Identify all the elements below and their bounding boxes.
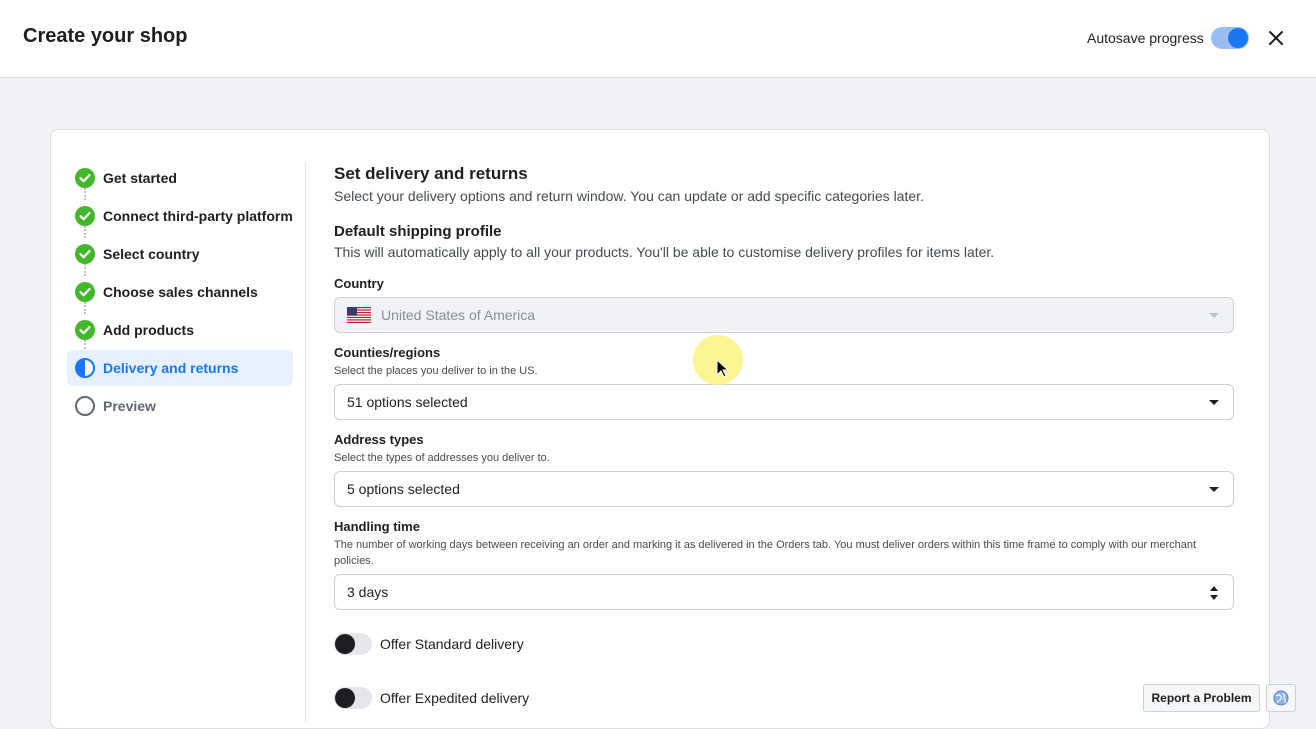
step-list: Get started Connect third-party platform… bbox=[67, 160, 293, 426]
address-types-help: Select the types of addresses you delive… bbox=[334, 452, 550, 464]
check-circle-icon bbox=[75, 282, 95, 302]
check-circle-icon bbox=[75, 244, 95, 264]
top-bar: Create your shop Autosave progress bbox=[0, 0, 1316, 78]
close-icon[interactable] bbox=[1266, 28, 1286, 48]
standard-delivery-label: Offer Standard delivery bbox=[380, 636, 524, 652]
empty-circle-icon bbox=[75, 396, 95, 416]
chevron-down-icon bbox=[1209, 313, 1219, 318]
step-label: Connect third-party platform bbox=[103, 208, 293, 224]
step-sales-channels[interactable]: Choose sales channels bbox=[67, 274, 293, 314]
check-circle-icon bbox=[75, 168, 95, 188]
toggle-knob bbox=[335, 688, 355, 708]
address-types-value: 5 options selected bbox=[347, 481, 460, 497]
regions-label: Counties/regions bbox=[334, 345, 441, 360]
standard-delivery-row: Offer Standard delivery bbox=[334, 632, 1234, 656]
step-delivery-returns[interactable]: Delivery and returns bbox=[67, 350, 293, 386]
regions-select[interactable]: 51 options selected bbox=[334, 384, 1234, 420]
regions-value: 51 options selected bbox=[347, 394, 468, 410]
up-down-arrows-icon bbox=[1210, 586, 1218, 600]
step-preview[interactable]: Preview bbox=[67, 388, 293, 424]
section-title: Set delivery and returns bbox=[334, 164, 528, 183]
vertical-divider bbox=[305, 162, 306, 722]
expedited-delivery-row: Offer Expedited delivery bbox=[334, 686, 1234, 710]
step-add-products[interactable]: Add products bbox=[67, 312, 293, 352]
check-circle-icon bbox=[75, 320, 95, 340]
mouse-pointer-icon bbox=[716, 359, 730, 378]
step-label: Preview bbox=[103, 398, 156, 414]
step-get-started[interactable]: Get started bbox=[67, 160, 293, 200]
half-circle-icon bbox=[75, 358, 95, 378]
address-types-select[interactable]: 5 options selected bbox=[334, 471, 1234, 507]
check-circle-icon bbox=[75, 206, 95, 226]
step-label: Select country bbox=[103, 246, 200, 262]
step-label: Choose sales channels bbox=[103, 284, 258, 300]
country-label: Country bbox=[334, 276, 384, 291]
toggle-knob bbox=[1228, 28, 1248, 48]
autosave-toggle[interactable] bbox=[1211, 27, 1249, 49]
us-flag-icon bbox=[347, 307, 371, 323]
chevron-down-icon bbox=[1209, 487, 1219, 492]
country-value: United States of America bbox=[381, 307, 536, 323]
step-connect-platform[interactable]: Connect third-party platform bbox=[67, 198, 293, 238]
step-label: Delivery and returns bbox=[103, 360, 239, 376]
autosave-label: Autosave progress bbox=[1087, 30, 1204, 46]
country-select[interactable]: United States of America bbox=[334, 297, 1234, 333]
standard-delivery-toggle[interactable] bbox=[334, 633, 372, 655]
handling-time-value: 3 days bbox=[347, 584, 389, 600]
chevron-down-icon bbox=[1209, 400, 1219, 405]
step-label: Get started bbox=[103, 170, 177, 186]
delivery-form: Set delivery and returns Select your del… bbox=[334, 164, 1234, 710]
step-select-country[interactable]: Select country bbox=[67, 236, 293, 276]
address-types-label: Address types bbox=[334, 432, 424, 447]
step-label: Add products bbox=[103, 322, 194, 338]
expedited-delivery-toggle[interactable] bbox=[334, 687, 372, 709]
regions-help: Select the places you deliver to in the … bbox=[334, 365, 538, 377]
page-title: Create your shop bbox=[23, 25, 188, 47]
globe-icon bbox=[1273, 690, 1289, 706]
toggle-knob bbox=[335, 634, 355, 654]
section-subtitle: Select your delivery options and return … bbox=[334, 188, 924, 204]
profile-title: Default shipping profile bbox=[334, 223, 502, 240]
setup-card: Get started Connect third-party platform… bbox=[50, 129, 1270, 729]
handling-time-help: The number of working days between recei… bbox=[334, 539, 1197, 567]
handling-time-label: Handling time bbox=[334, 519, 420, 534]
profile-subtitle: This will automatically apply to all you… bbox=[334, 244, 995, 260]
handling-time-select[interactable]: 3 days bbox=[334, 574, 1234, 610]
expedited-delivery-label: Offer Expedited delivery bbox=[380, 690, 530, 706]
